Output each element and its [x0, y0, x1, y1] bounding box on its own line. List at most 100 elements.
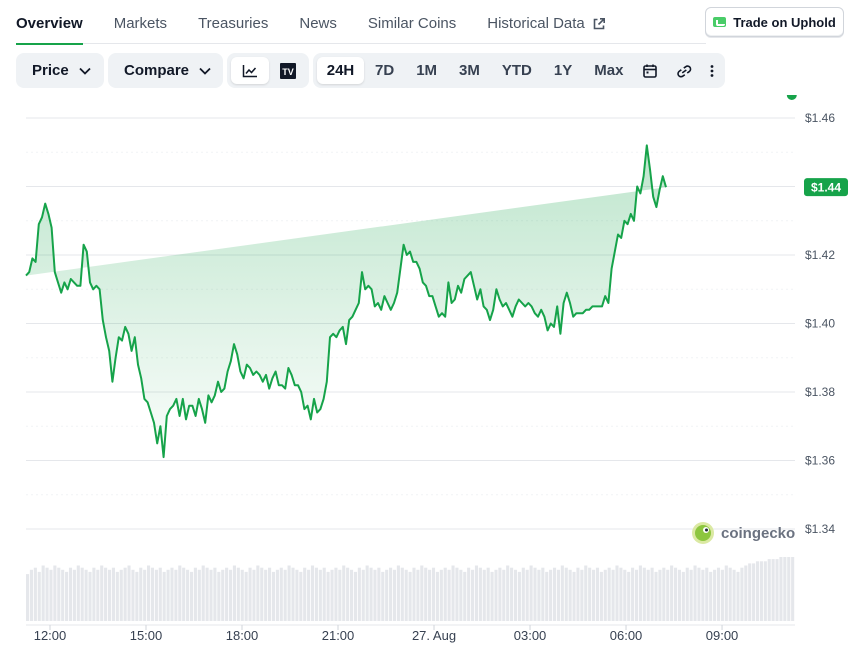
volume-bar [775, 559, 779, 621]
range-max-label: Max [594, 62, 624, 79]
tradingview-button[interactable]: TV [269, 57, 307, 84]
volume-bar [357, 567, 361, 621]
volume-bar [556, 569, 560, 621]
volume-bar [638, 565, 642, 621]
calendar-button[interactable] [635, 57, 665, 84]
range-24h-button[interactable]: 24H [317, 57, 364, 84]
volume-bar [564, 567, 568, 621]
volume-bar [53, 565, 57, 621]
price-chart[interactable]: $1.46$1.44$1.42$1.40$1.38$1.36$1.34 $1.4… [0, 95, 854, 655]
volume-bar [545, 571, 549, 621]
range-1m-button[interactable]: 1M [408, 57, 445, 84]
range-max-button[interactable]: Max [586, 57, 631, 84]
volume-bar [205, 567, 209, 621]
volume-bar [228, 569, 233, 621]
volume-bar [619, 567, 623, 621]
watermark-text: coingecko [721, 525, 795, 542]
volume-bar [174, 569, 178, 621]
x-tick-label: 12:00 [34, 628, 67, 643]
tab-news[interactable]: News [299, 0, 337, 44]
volume-bar [634, 569, 639, 621]
volume-bar [755, 561, 760, 621]
line-chart-button[interactable] [231, 57, 269, 84]
more-options-button[interactable] [701, 57, 723, 84]
volume-bar [408, 571, 412, 621]
chart-type-toggle: TV [227, 53, 309, 88]
volume-bar [787, 557, 791, 621]
x-tick-label: 18:00 [226, 628, 259, 643]
volume-bar [490, 571, 494, 621]
volume-bar [400, 567, 404, 621]
volume-bar [162, 571, 166, 621]
volume-bar [143, 569, 147, 621]
tab-historical-data[interactable]: Historical Data [487, 0, 606, 44]
tab-historical-data-label: Historical Data [487, 14, 585, 32]
volume-bar [482, 569, 486, 621]
range-3m-button[interactable]: 3M [451, 57, 488, 84]
volume-bar [627, 571, 631, 621]
volume-bar [236, 567, 240, 621]
volume-bar [693, 565, 697, 621]
volume-bar [467, 567, 471, 621]
volume-bar [49, 569, 53, 621]
y-tick-label: $1.38 [805, 385, 835, 399]
volume-bar [326, 571, 330, 621]
tab-markets[interactable]: Markets [114, 0, 167, 44]
volume-bar [322, 567, 326, 621]
volume-bar [611, 569, 615, 621]
volume-bar [549, 569, 553, 621]
volume-bar [392, 569, 397, 621]
volume-bar [76, 565, 80, 621]
range-ytd-button[interactable]: YTD [494, 57, 540, 84]
range-1y-label: 1Y [553, 62, 573, 79]
y-tick-label: $1.42 [805, 248, 835, 262]
tab-similar-coins[interactable]: Similar Coins [368, 0, 456, 44]
volume-bar [170, 567, 174, 621]
tab-overview[interactable]: Overview [16, 0, 83, 45]
share-link-button[interactable] [669, 57, 699, 84]
volume-bar [716, 567, 721, 621]
range-1y-button[interactable]: 1Y [546, 57, 580, 84]
volume-bar [666, 569, 670, 621]
x-tick-label: 21:00 [322, 628, 355, 643]
volume-bar [389, 567, 393, 621]
volume-bar [705, 567, 709, 621]
line-chart-icon [242, 64, 257, 77]
tab-treasuries[interactable]: Treasuries [198, 0, 268, 44]
volume-bar [193, 567, 197, 621]
tab-treasuries-label: Treasuries [198, 14, 269, 32]
volume-bar [65, 571, 69, 621]
range-7d-button[interactable]: 7D [367, 57, 402, 84]
range-24h-label: 24H [326, 62, 355, 79]
volume-bar [310, 565, 315, 621]
range-3m-label: 3M [459, 62, 480, 79]
volume-bar [244, 571, 248, 621]
price-dropdown[interactable]: Price [16, 53, 104, 88]
volume-bar [217, 571, 221, 621]
volume-bar [166, 569, 170, 621]
volume-bar [416, 569, 420, 621]
volume-bar [767, 559, 771, 621]
volume-bar [225, 567, 229, 621]
volume-bar [736, 571, 740, 621]
y-tick-label: $1.36 [805, 454, 835, 468]
volume-bar [291, 567, 295, 621]
volume-bar [779, 557, 783, 621]
volume-bar [37, 571, 41, 621]
current-price-label: $1.44 [811, 181, 841, 195]
volume-bar [135, 571, 139, 621]
volume-bar [303, 567, 307, 621]
trade-on-uphold-button[interactable]: Trade on Uphold [705, 7, 844, 37]
y-tick-label: $1.46 [805, 111, 835, 125]
tab-news-label: News [299, 14, 337, 32]
volume-bar [45, 567, 49, 621]
volume-bar [119, 569, 123, 621]
volume-bar [447, 569, 451, 621]
volume-bar [685, 567, 689, 621]
volume-bar [541, 567, 545, 621]
volume-bar [84, 569, 88, 621]
volume-bar [107, 569, 112, 621]
volume-bar [424, 567, 428, 621]
volume-bar [131, 569, 135, 621]
compare-dropdown[interactable]: Compare [108, 53, 223, 88]
